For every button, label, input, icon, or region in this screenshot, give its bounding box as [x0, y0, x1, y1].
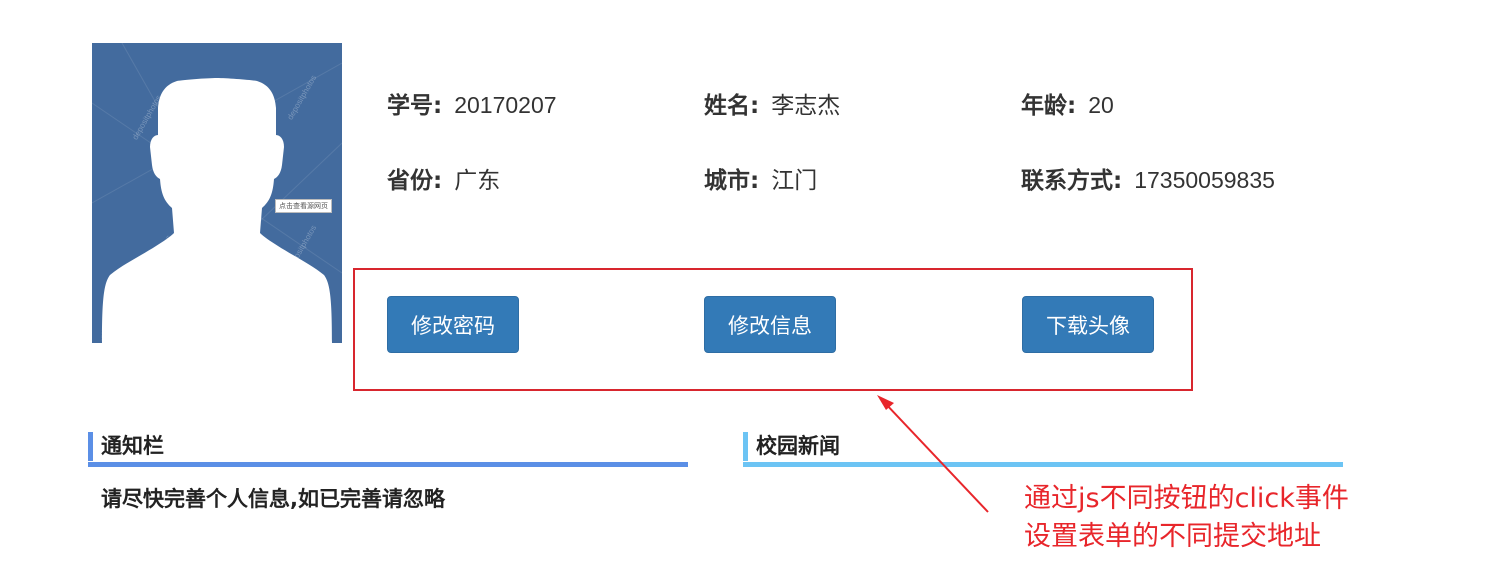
annotation-note: 通过js不同按钮的click事件 设置表单的不同提交地址 [1024, 480, 1349, 556]
annotation-line-1: 通过js不同按钮的click事件 [1024, 483, 1349, 514]
annotation-line-2: 设置表单的不同提交地址 [1024, 521, 1321, 552]
